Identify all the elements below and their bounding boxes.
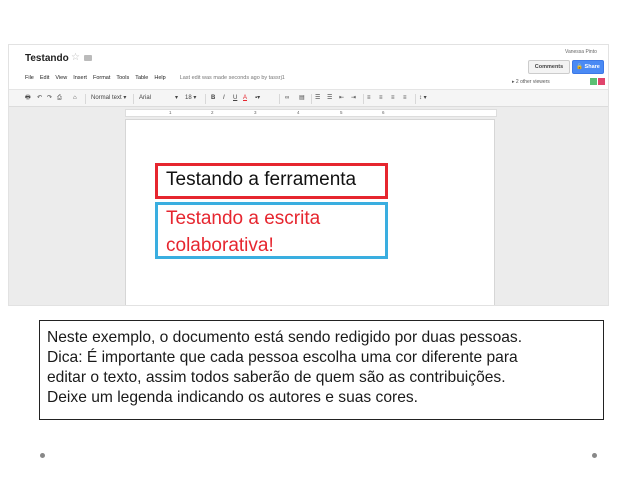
align-left-icon[interactable]: ≡ [367,94,371,103]
share-button[interactable]: 🔒 Share [572,60,604,74]
paint-format-icon[interactable]: ⌂ [73,94,77,103]
ruler-tick-1: 1 [169,110,172,115]
highlight-color-icon[interactable]: ▪▾ [255,94,260,103]
align-right-icon[interactable]: ≡ [391,94,395,103]
divider [205,94,206,104]
text-color-icon[interactable]: A [243,94,247,103]
bold-icon[interactable]: B [211,94,215,103]
caption-line-4: Deixe um legenda indicando os autores e … [47,389,419,406]
font-dropdown-icon[interactable]: ▾ [175,94,178,103]
menu-file[interactable]: File [25,75,34,81]
red-box-text[interactable]: Testando a ferramenta [166,169,356,191]
divider [363,94,364,104]
comment-icon[interactable]: ▤ [299,94,305,103]
ruler-tick-3: 3 [254,110,257,115]
share-label: Share [584,64,600,70]
italic-icon[interactable]: I [223,94,225,103]
menu-help[interactable]: Help [154,75,165,81]
viewers-label: 2 other viewers [515,79,550,85]
docs-header: Testando ☆ Vanessa Pinto Comments 🔒 Shar… [9,45,608,89]
caption-line-3: editar o texto, assim todos saberão de q… [47,369,506,386]
increase-indent-icon[interactable]: ⇥ [351,94,356,103]
blue-box-text[interactable]: Testando a escrita colaborativa! [166,205,381,259]
caption-box: Neste exemplo, o documento está sendo re… [39,320,604,420]
viewer-swatch-green [590,78,597,85]
divider [415,94,416,104]
font-size-label: 18 [185,95,192,101]
last-edit-status[interactable]: Last edit was made seconds ago by tassrj… [180,75,285,81]
link-icon[interactable]: ∞ [285,94,289,103]
user-name[interactable]: Vanessa Pinto [565,49,597,55]
bulleted-list-icon[interactable]: ☰ [327,94,332,103]
menu-table[interactable]: Table [135,75,148,81]
spellcheck-icon[interactable]: ⎙ [57,94,62,103]
viewers-indicator[interactable]: ▸ 2 other viewers [512,79,550,85]
slide: Testando ☆ Vanessa Pinto Comments 🔒 Shar… [0,0,638,479]
decrease-indent-icon[interactable]: ⇤ [339,94,344,103]
menu-edit[interactable]: Edit [40,75,49,81]
menu-bar: File Edit View Insert Format Tools Table… [25,75,285,81]
ruler-tick-2: 2 [211,110,214,115]
line-spacing-icon[interactable]: ↕ ▾ [419,94,427,103]
redo-icon[interactable]: ↷ [47,94,52,103]
menu-insert[interactable]: Insert [73,75,87,81]
caption-line-1: Neste exemplo, o documento está sendo re… [47,329,523,346]
star-icon[interactable]: ☆ [71,52,80,63]
menu-tools[interactable]: Tools [116,75,129,81]
slide-dot-right [592,453,597,458]
numbered-list-icon[interactable]: ☰ [315,94,320,103]
menu-view[interactable]: View [55,75,67,81]
menu-format[interactable]: Format [93,75,110,81]
style-label: Normal text [91,95,122,101]
print-icon[interactable]: 🖶 [25,94,31,103]
caption-line-2: Dica: É importante que cada pessoa escol… [47,349,518,366]
underline-icon[interactable]: U [233,94,237,103]
ruler-tick-6: 6 [382,110,385,115]
formatting-toolbar: 🖶 ↶ ↷ ⎙ ⌂ Normal text ▾ Arial ▾ 18 ▾ B I… [9,89,608,107]
ruler-tick-4: 4 [297,110,300,115]
folder-icon[interactable] [84,55,92,61]
font-label: Arial [139,95,152,101]
divider [311,94,312,104]
slide-dot-left [40,453,45,458]
divider [85,94,86,104]
undo-icon[interactable]: ↶ [37,94,42,103]
font-size-select[interactable]: 18 ▾ [185,94,196,103]
document-title[interactable]: Testando [25,53,69,64]
viewer-swatch-pink [598,78,605,85]
align-center-icon[interactable]: ≡ [379,94,383,103]
ruler[interactable]: 1 2 3 4 5 6 [125,109,497,117]
comments-button[interactable]: Comments [528,60,570,74]
font-select[interactable]: Arial [139,94,151,103]
ruler-tick-5: 5 [340,110,343,115]
divider [133,94,134,104]
align-justify-icon[interactable]: ≡ [403,94,407,103]
style-select[interactable]: Normal text ▾ [91,94,126,103]
divider [279,94,280,104]
